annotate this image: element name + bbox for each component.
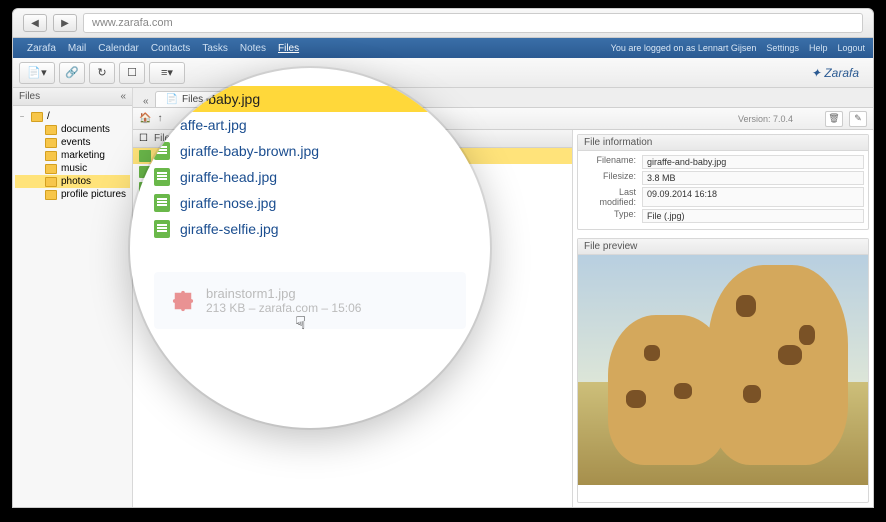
tree-root[interactable]: − / [15,110,130,123]
tree-item-photos[interactable]: photos [15,175,130,188]
image-file-icon [154,168,170,186]
puzzle-icon [172,290,194,312]
magnifier-overlay: nd-baby.jpgaffe-art.jpggiraffe-baby-brow… [130,68,490,428]
settings-link[interactable]: Settings [766,43,799,53]
drop-meta: 213 KB – zarafa.com – 15:06 [206,301,361,315]
drop-filename: brainstorm1.jpg [206,286,361,301]
filename-label: Filename: [582,155,642,169]
menu-contacts[interactable]: Contacts [145,43,196,54]
detail-panel: File information Filename:giraffe-and-ba… [573,130,873,507]
image-file-icon [139,150,151,162]
brand-label: ✦ Zarafa [811,66,867,80]
forward-button[interactable]: ▶ [53,14,77,32]
file-row[interactable]: giraffe-selfie.jpg [154,216,466,242]
folder-icon [31,112,43,122]
sidebar-collapse-icon[interactable]: « [120,91,126,102]
preview-header: File preview [578,239,868,255]
sidebar-title: Files [19,91,40,102]
menu-tasks[interactable]: Tasks [196,43,234,54]
edit-button[interactable]: ✎ [849,111,867,127]
menu-notes[interactable]: Notes [234,43,272,54]
top-menu: Zarafa Mail Calendar Contacts Tasks Note… [13,38,873,58]
tree-item-profile-pictures[interactable]: profile pictures [15,188,130,201]
image-file-icon [162,90,178,108]
image-file-icon [154,194,170,212]
checkbox-header-icon[interactable]: ☐ [139,133,148,144]
tree-item-music[interactable]: music [15,162,130,175]
tree-item-marketing[interactable]: marketing [15,149,130,162]
folder-icon [45,138,57,148]
image-file-icon [154,142,170,160]
preview-image [578,255,868,485]
refresh-button[interactable]: ↻ [89,62,115,84]
menu-files[interactable]: Files [272,43,305,54]
image-file-icon [154,220,170,238]
logged-in-text: You are logged on as Lennart Gijsen [611,43,757,53]
view-button[interactable]: ≡▾ [149,62,185,84]
drop-indicator: brainstorm1.jpg 213 KB – zarafa.com – 15… [154,272,466,329]
folder-icon [45,125,57,135]
logout-link[interactable]: Logout [837,43,865,53]
tree-item-documents[interactable]: documents [15,123,130,136]
help-link[interactable]: Help [809,43,828,53]
folder-icon [45,190,57,200]
browser-nav-bar: ◀ ▶ www.zarafa.com [12,8,874,38]
print-button[interactable]: ☐ [119,62,145,84]
attach-button[interactable]: 🔗 [59,62,85,84]
file-row[interactable]: giraffe-baby-brown.jpg [154,138,466,164]
file-info-header: File information [578,135,868,151]
version-label: Version: 7.0.4 [738,114,793,124]
menu-mail[interactable]: Mail [62,43,92,54]
sidebar: Files « − / documentseventsmarketingmusi… [13,88,133,507]
file-row[interactable]: affe-art.jpg [154,112,466,138]
filesize-value: 3.8 MB [642,171,864,185]
delete-button[interactable]: 🗑 [825,111,843,127]
type-value: File (.jpg) [642,209,864,223]
home-icon[interactable]: 🏠 [139,113,151,124]
file-row[interactable]: giraffe-head.jpg [154,164,466,190]
filename-value: giraffe-and-baby.jpg [642,155,864,169]
main-toolbar: 📄▾ 🔗 ↻ ☐ ≡▾ ✦ Zarafa [13,58,873,88]
folder-icon [45,164,57,174]
cursor-icon: ☟ [295,313,306,334]
url-input[interactable]: www.zarafa.com [83,13,863,33]
modified-label: Last modified: [582,187,642,207]
menu-calendar[interactable]: Calendar [92,43,145,54]
new-button[interactable]: 📄▾ [19,62,55,84]
folder-icon [45,151,57,161]
file-row[interactable]: giraffe-nose.jpg [154,190,466,216]
modified-value: 09.09.2014 16:18 [642,187,864,207]
tabs-collapse-icon[interactable]: « [139,96,153,107]
menu-zarafa[interactable]: Zarafa [21,43,62,54]
back-button[interactable]: ◀ [23,14,47,32]
folder-icon [45,177,57,187]
image-file-icon [154,116,170,134]
filesize-label: Filesize: [582,171,642,185]
type-label: Type: [582,209,642,223]
tree-item-events[interactable]: events [15,136,130,149]
